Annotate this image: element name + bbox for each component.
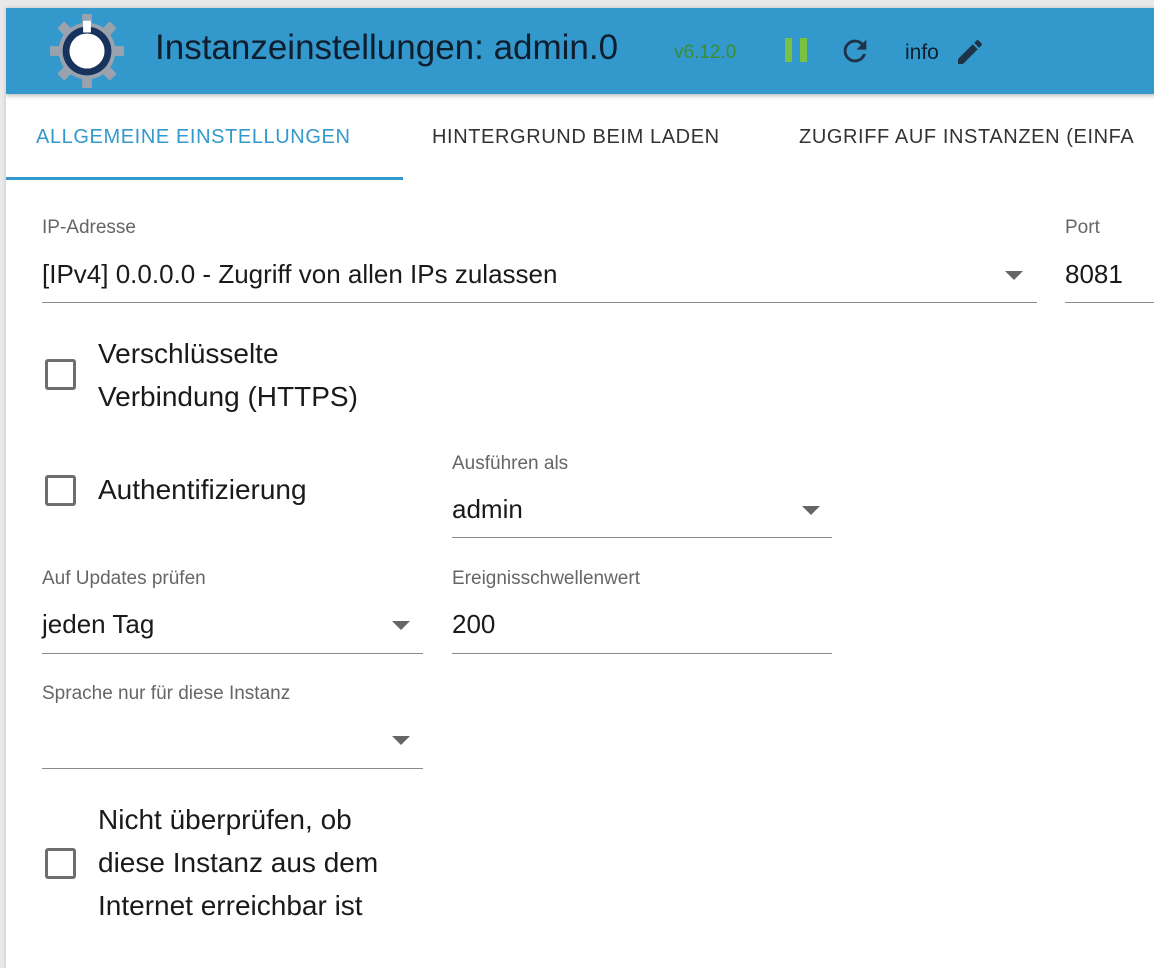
gear-logo-icon	[49, 13, 125, 89]
pause-icon[interactable]	[783, 37, 809, 63]
port-label: Port	[1065, 217, 1100, 238]
run-as-label: Ausführen als	[452, 453, 569, 474]
tab-general-settings[interactable]: ALLGEMEINE EINSTELLUNGEN	[36, 94, 351, 180]
tab-background-loading[interactable]: HINTERGRUND BEIM LADEN	[432, 94, 720, 180]
ip-address-value: [IPv4] 0.0.0.0 - Zugriff von allen IPs z…	[42, 259, 558, 289]
update-check-label: Auf Updates prüfen	[42, 568, 206, 589]
run-as-value: admin	[452, 494, 523, 524]
https-checkbox-label: Verschlüsselte Verbindung (HTTPS)	[98, 338, 358, 412]
event-threshold-underline	[452, 653, 832, 654]
skip-internet-check-label: Nicht überprüfen, ob diese Instanz aus d…	[98, 804, 379, 921]
update-check-underline	[42, 653, 423, 654]
dropdown-arrow-icon	[1005, 271, 1023, 280]
edit-icon[interactable]	[954, 36, 986, 68]
run-as-underline	[452, 537, 832, 538]
port-input[interactable]: 8081	[1065, 259, 1123, 290]
ip-address-select[interactable]: [IPv4] 0.0.0.0 - Zugriff von allen IPs z…	[42, 248, 1037, 302]
version-badge: v6.12.0	[674, 42, 737, 63]
event-threshold-label: Ereignisschwellenwert	[452, 568, 640, 589]
authentication-checkbox[interactable]	[45, 475, 76, 506]
language-label: Sprache nur für diese Instanz	[42, 683, 291, 704]
language-select[interactable]	[42, 714, 423, 768]
update-check-select[interactable]: jeden Tag	[42, 599, 423, 653]
dialog-header: Instanzeinstellungen: admin.0 v6.12.0 in…	[6, 8, 1154, 94]
update-check-value: jeden Tag	[42, 609, 155, 639]
language-underline	[42, 768, 423, 769]
dropdown-arrow-icon	[392, 621, 410, 630]
dropdown-arrow-icon	[392, 736, 410, 745]
info-link[interactable]: info	[905, 41, 939, 65]
port-underline	[1065, 302, 1154, 303]
ip-address-underline	[42, 302, 1037, 303]
https-checkbox[interactable]	[45, 359, 76, 390]
instance-settings-dialog: Instanzeinstellungen: admin.0 v6.12.0 in…	[6, 8, 1154, 968]
event-threshold-input[interactable]: 200	[452, 609, 495, 640]
skip-internet-check-checkbox[interactable]	[45, 848, 76, 879]
run-as-select[interactable]: admin	[452, 484, 832, 538]
tab-instance-access[interactable]: ZUGRIFF AUF INSTANZEN (EINFA	[799, 94, 1134, 180]
authentication-checkbox-label: Authentifizierung	[98, 474, 307, 505]
settings-tabs: ALLGEMEINE EINSTELLUNGEN HINTERGRUND BEI…	[6, 94, 1154, 180]
dropdown-arrow-icon	[802, 506, 820, 515]
ip-address-label: IP-Adresse	[42, 217, 136, 238]
active-tab-indicator	[6, 177, 403, 180]
dialog-title: Instanzeinstellungen: admin.0	[155, 28, 619, 67]
refresh-icon[interactable]	[838, 34, 872, 68]
